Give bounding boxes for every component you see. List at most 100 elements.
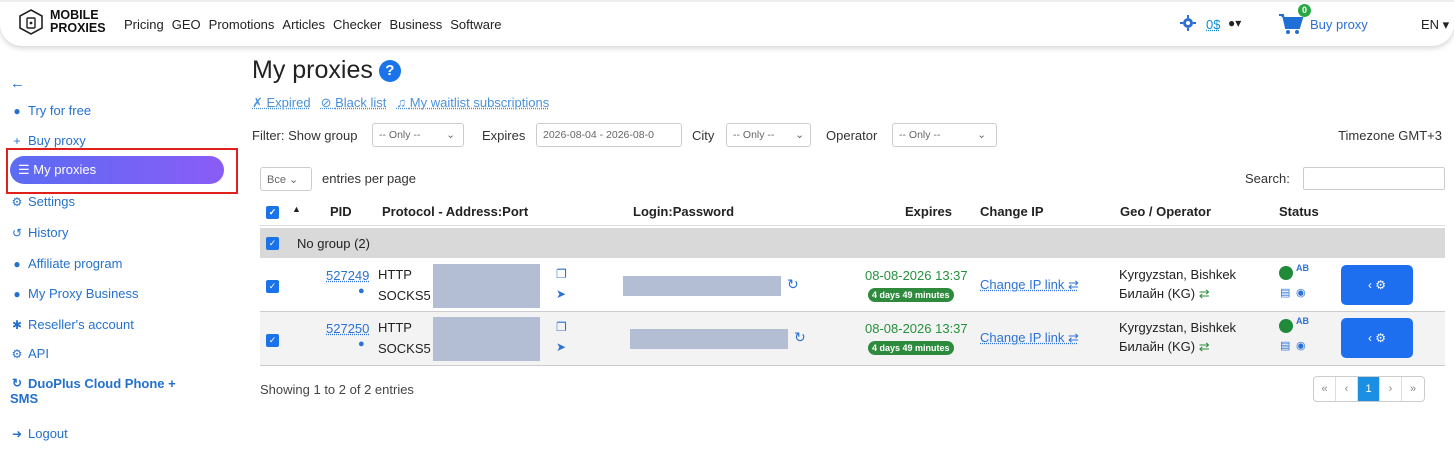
select-all-checkbox[interactable]: ✓	[266, 206, 279, 219]
sidebar-item-proxy-business[interactable]: ● My Proxy Business	[10, 286, 138, 301]
user-menu-icon[interactable]: ●▾	[1228, 16, 1241, 30]
col-status: Status	[1279, 204, 1319, 219]
entries-select[interactable]: Все ⌄	[260, 167, 312, 191]
pager-next[interactable]: ›	[1380, 377, 1402, 401]
fire-icon: ●	[13, 103, 21, 118]
export-icon[interactable]: ➤	[556, 340, 566, 354]
buy-proxy-top-link[interactable]: Buy proxy	[1310, 17, 1368, 32]
pid-link[interactable]: 527250	[326, 321, 369, 336]
nav-checker[interactable]: Checker	[333, 17, 381, 32]
comment-icon[interactable]: ●	[358, 285, 365, 297]
plus-icon: +	[13, 133, 21, 148]
nav-promotions[interactable]: Promotions	[209, 17, 275, 32]
city-select[interactable]: -- Only -- ⌄	[726, 123, 811, 147]
switch-icon[interactable]: ⇄	[1199, 339, 1210, 354]
expires-range-input[interactable]: 2026-08-04 - 2026-08-0	[536, 123, 682, 147]
nav-software[interactable]: Software	[450, 17, 501, 32]
sidebar-item-history[interactable]: ↺ History	[10, 225, 68, 240]
nav-geo[interactable]: GEO	[172, 17, 201, 32]
pager-prev[interactable]: ‹	[1336, 377, 1358, 401]
nav-business[interactable]: Business	[389, 17, 442, 32]
credentials-redacted	[630, 329, 788, 349]
waitlist-link-label: My waitlist subscriptions	[409, 95, 550, 110]
fingerprint-icon[interactable]: ◉	[1296, 339, 1306, 352]
sidebar-item-affiliate[interactable]: ● Affiliate program	[10, 256, 122, 271]
balance-link[interactable]: 0$	[1206, 17, 1220, 32]
main-content: My proxies? ✗ Expired ⊘ Black list ♫ My …	[252, 56, 1454, 402]
sidebar-item-label: API	[28, 346, 49, 361]
showing-entries: Showing 1 to 2 of 2 entries	[260, 382, 414, 397]
pid-link[interactable]: 527249	[326, 268, 369, 283]
gear-icon: ⚙	[1375, 331, 1387, 345]
col-expires[interactable]: Expires	[905, 204, 952, 219]
sidebar-item-label: Buy proxy	[28, 133, 86, 148]
show-group-select[interactable]: -- Only -- ⌄	[372, 123, 464, 147]
sidebar-item-buy-proxy[interactable]: + Buy proxy	[10, 133, 86, 148]
user-gear-icon: ⚙	[11, 194, 23, 209]
help-icon[interactable]: ?	[378, 59, 401, 82]
group-row: ✓ No group (2)	[260, 228, 1445, 258]
chevron-down-icon: ⌄	[795, 129, 804, 141]
col-pid[interactable]: PID	[330, 204, 352, 219]
status-online-icon	[1279, 319, 1293, 333]
page-title-text: My proxies	[252, 56, 373, 84]
pager-last[interactable]: »	[1402, 377, 1424, 401]
expires-date: 08-08-2026 13:37	[865, 268, 968, 283]
search-input[interactable]	[1303, 167, 1445, 190]
ab-test-icon[interactable]: AB	[1296, 316, 1309, 326]
sidebar-item-logout[interactable]: ➜ Logout	[10, 426, 68, 441]
comment-icon[interactable]: ●	[358, 338, 365, 350]
sidebar-item-duoplus[interactable]: ↻ DuoPlus Cloud Phone + SMS	[10, 376, 176, 406]
row-actions-button[interactable]: ‹ ⚙	[1341, 318, 1413, 358]
sidebar-item-settings[interactable]: ⚙ Settings	[10, 194, 75, 209]
sidebar-item-reseller[interactable]: ✱ Reseller's account	[10, 317, 134, 332]
group-checkbox[interactable]: ✓	[266, 237, 279, 250]
copy-icon[interactable]: ❐	[556, 320, 567, 334]
refresh-icon[interactable]: ↻	[794, 329, 806, 346]
server-icon: ▤	[1280, 340, 1291, 352]
blacklist-link[interactable]: ⊘ Black list	[321, 95, 387, 111]
pager-page-1[interactable]: 1	[1358, 377, 1380, 401]
chevron-left-icon: ‹	[1367, 331, 1372, 345]
settings-gear-icon[interactable]	[1180, 15, 1196, 31]
fingerprint-icon[interactable]: ◉	[1296, 286, 1306, 299]
brand-logo[interactable]: MOBILE PROXIES	[18, 9, 106, 35]
gear-icon: ⚙	[1375, 278, 1387, 292]
copy-icon[interactable]: ❐	[556, 267, 567, 281]
chevron-down-icon: ⌄	[446, 129, 455, 141]
sidebar-item-try-free[interactable]: ● Try for free	[10, 103, 91, 118]
chevron-left-icon: ‹	[1367, 278, 1372, 292]
col-login: Login:Password	[633, 204, 735, 219]
operator-select[interactable]: -- Only -- ⌄	[892, 123, 997, 147]
change-ip-link[interactable]: Change IP link ⇄	[980, 330, 1079, 346]
nav-articles[interactable]: Articles	[282, 17, 325, 32]
sort-asc-icon[interactable]: ▲	[292, 204, 301, 214]
sidebar-item-label: Try for free	[28, 103, 92, 118]
export-icon[interactable]: ➤	[556, 287, 566, 301]
change-ip-link[interactable]: Change IP link ⇄	[980, 277, 1079, 293]
status-online-icon	[1279, 266, 1293, 280]
expired-link[interactable]: ✗ Expired	[252, 95, 311, 111]
sidebar-item-label: Affiliate program	[28, 256, 123, 271]
search-label: Search:	[1245, 171, 1290, 186]
ab-test-icon[interactable]: AB	[1296, 263, 1309, 273]
back-arrow-icon[interactable]: ←	[10, 75, 25, 92]
sidebar-item-label: Settings	[28, 194, 75, 209]
waitlist-link[interactable]: ♫ My waitlist subscriptions	[396, 95, 549, 111]
credentials-redacted	[623, 276, 781, 296]
sidebar-item-api[interactable]: ⚙ API	[10, 346, 49, 361]
sidebar-item-label: History	[28, 225, 69, 240]
switch-icon[interactable]: ⇄	[1199, 286, 1210, 301]
remaining-badge: 4 days 49 minutes	[868, 288, 954, 302]
sidebar-item-label: DuoPlus Cloud Phone +	[28, 376, 176, 391]
language-selector[interactable]: EN ▾	[1421, 17, 1449, 33]
geo-location: Kyrgyzstan, Bishkek	[1119, 267, 1237, 282]
refresh-icon[interactable]: ↻	[787, 276, 799, 293]
row-checkbox[interactable]: ✓	[266, 334, 279, 347]
row-actions-button[interactable]: ‹ ⚙	[1341, 265, 1413, 305]
group-label: No group (2)	[297, 236, 370, 251]
row-checkbox[interactable]: ✓	[266, 280, 279, 293]
nav-pricing[interactable]: Pricing	[124, 17, 164, 32]
entries-value: Все	[267, 174, 286, 186]
pager-first[interactable]: «	[1314, 377, 1336, 401]
